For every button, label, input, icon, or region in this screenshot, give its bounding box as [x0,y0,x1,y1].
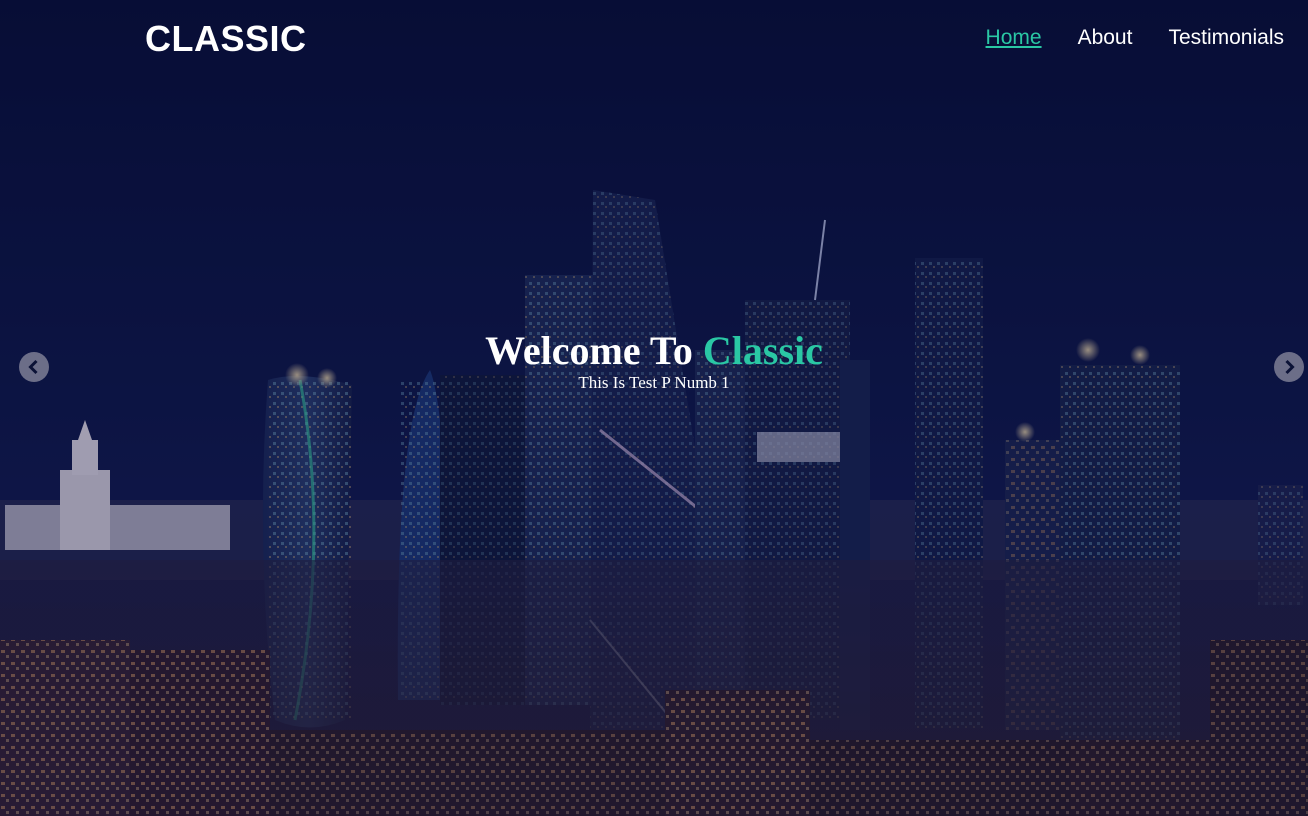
nav-link-about[interactable]: About [1078,26,1133,50]
chevron-right-icon [1285,359,1295,375]
slider-next-button[interactable] [1274,352,1304,382]
slide-caption: Welcome To Classic This Is Test P Numb 1 [0,328,1308,392]
dark-overlay [0,0,1308,816]
nav-links: Home About Testimonials [986,26,1284,50]
slide-subtitle: This Is Test P Numb 1 [578,373,730,392]
slide-title-accent: Classic [702,328,823,373]
navbar: CLASSIC Home About Testimonials [0,0,1308,80]
slide-title-prefix: Welcome To [485,328,703,373]
chevron-left-icon [28,359,38,375]
nav-link-testimonials[interactable]: Testimonials [1168,26,1284,50]
slide-title: Welcome To Classic [0,328,1308,374]
site-logo[interactable]: CLASSIC [145,18,307,60]
nav-link-home[interactable]: Home [986,26,1042,50]
hero-slider: CLASSIC Home About Testimonials Welcome … [0,0,1308,816]
slider-prev-button[interactable] [19,352,49,382]
